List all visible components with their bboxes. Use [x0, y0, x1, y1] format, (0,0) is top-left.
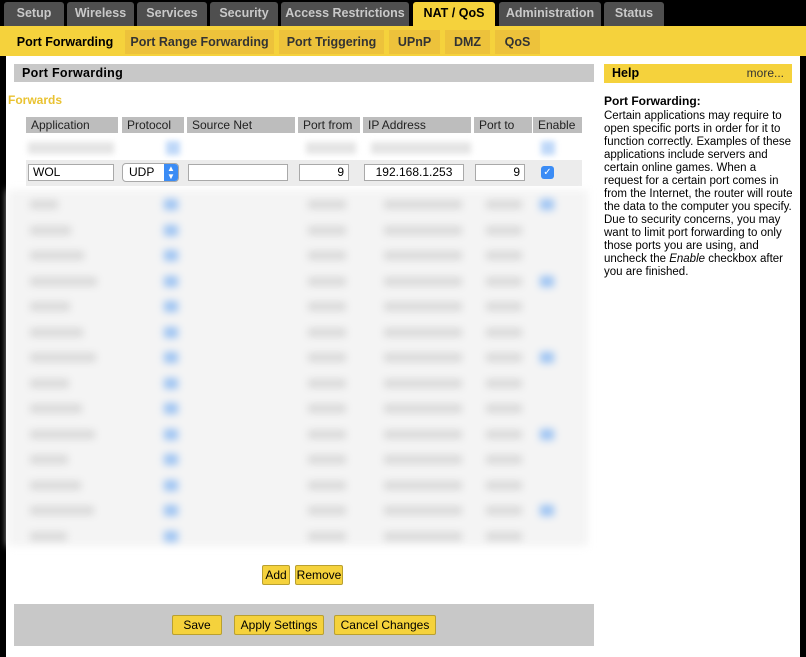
subtab-port-forwarding[interactable]: Port Forwarding	[10, 30, 120, 54]
blurred-row	[8, 402, 588, 414]
blurred-row	[8, 479, 588, 491]
blurred-row	[8, 275, 588, 287]
help-header: Help more...	[604, 64, 792, 83]
ip-address-input[interactable]: 192.168.1.253	[364, 164, 464, 181]
checkmark-icon: ✓	[543, 167, 552, 178]
blurred-row	[8, 326, 588, 338]
help-heading: Help	[612, 66, 640, 80]
blurred-row	[8, 198, 588, 210]
forwards-label: Forwards	[8, 93, 63, 107]
remove-button[interactable]: Remove	[295, 565, 343, 585]
col-enable: Enable	[533, 117, 582, 133]
protocol-value: UDP	[129, 165, 155, 179]
add-button[interactable]: Add	[262, 565, 290, 585]
subtab-port-range-forwarding[interactable]: Port Range Forwarding	[125, 30, 274, 54]
source-net-input[interactable]	[188, 164, 288, 181]
blurred-row	[8, 249, 588, 261]
tab-nat-qos[interactable]: NAT / QoS	[413, 2, 495, 26]
col-application: Application	[26, 117, 118, 133]
save-button[interactable]: Save	[172, 615, 222, 635]
section-title: Port Forwarding	[14, 64, 594, 82]
port-to-input[interactable]: 9	[475, 164, 525, 181]
help-text: Certain applications may require to open…	[604, 110, 796, 279]
main-tab-bar: Setup Wireless Services Security Access …	[0, 0, 806, 26]
col-port-from: Port from	[298, 117, 360, 133]
tab-wireless[interactable]: Wireless	[67, 2, 134, 26]
tab-administration[interactable]: Administration	[499, 2, 601, 26]
blurred-row	[8, 351, 588, 363]
help-text-em: Enable	[669, 253, 706, 265]
subtab-port-triggering[interactable]: Port Triggering	[279, 30, 384, 54]
port-from-input[interactable]: 9	[299, 164, 349, 181]
help-more-link[interactable]: more...	[747, 64, 784, 83]
blurred-row	[26, 138, 582, 158]
tab-status[interactable]: Status	[604, 2, 664, 26]
blurred-row	[8, 377, 588, 389]
cancel-changes-button[interactable]: Cancel Changes	[334, 615, 436, 635]
tab-access-restrictions[interactable]: Access Restrictions	[281, 2, 409, 26]
tab-setup[interactable]: Setup	[4, 2, 64, 26]
application-input[interactable]: WOL	[28, 164, 114, 181]
blurred-row	[8, 428, 588, 440]
subtab-upnp[interactable]: UPnP	[389, 30, 440, 54]
footer-bar: Save Apply Settings Cancel Changes	[14, 604, 594, 646]
col-ip-address: IP Address	[363, 117, 471, 133]
tab-security[interactable]: Security	[210, 2, 278, 26]
col-port-to: Port to	[474, 117, 532, 133]
blurred-row	[8, 300, 588, 312]
blurred-row	[8, 504, 588, 516]
help-title: Port Forwarding:	[604, 94, 701, 108]
protocol-select[interactable]: UDP ▲ ▼	[122, 163, 179, 182]
table-row: WOL UDP ▲ ▼ 9 192.168.1.253 9 ✓	[26, 160, 582, 186]
col-source-net: Source Net	[187, 117, 295, 133]
blurred-row	[8, 224, 588, 236]
col-protocol: Protocol	[122, 117, 184, 133]
subtab-dmz[interactable]: DMZ	[445, 30, 490, 54]
subtab-qos[interactable]: QoS	[495, 30, 540, 54]
apply-settings-button[interactable]: Apply Settings	[234, 615, 324, 635]
sub-tab-bar: Port Forwarding Port Range Forwarding Po…	[0, 26, 806, 56]
enable-checkbox[interactable]: ✓	[541, 166, 554, 179]
tab-services[interactable]: Services	[137, 2, 207, 26]
blurred-rows	[8, 190, 588, 546]
help-text-part1: Certain applications may require to open…	[604, 110, 793, 265]
updown-arrows-icon: ▲ ▼	[164, 164, 178, 181]
blurred-row	[8, 453, 588, 465]
blurred-row	[8, 530, 588, 542]
content-area: Port Forwarding Forwards Application Pro…	[6, 56, 800, 657]
